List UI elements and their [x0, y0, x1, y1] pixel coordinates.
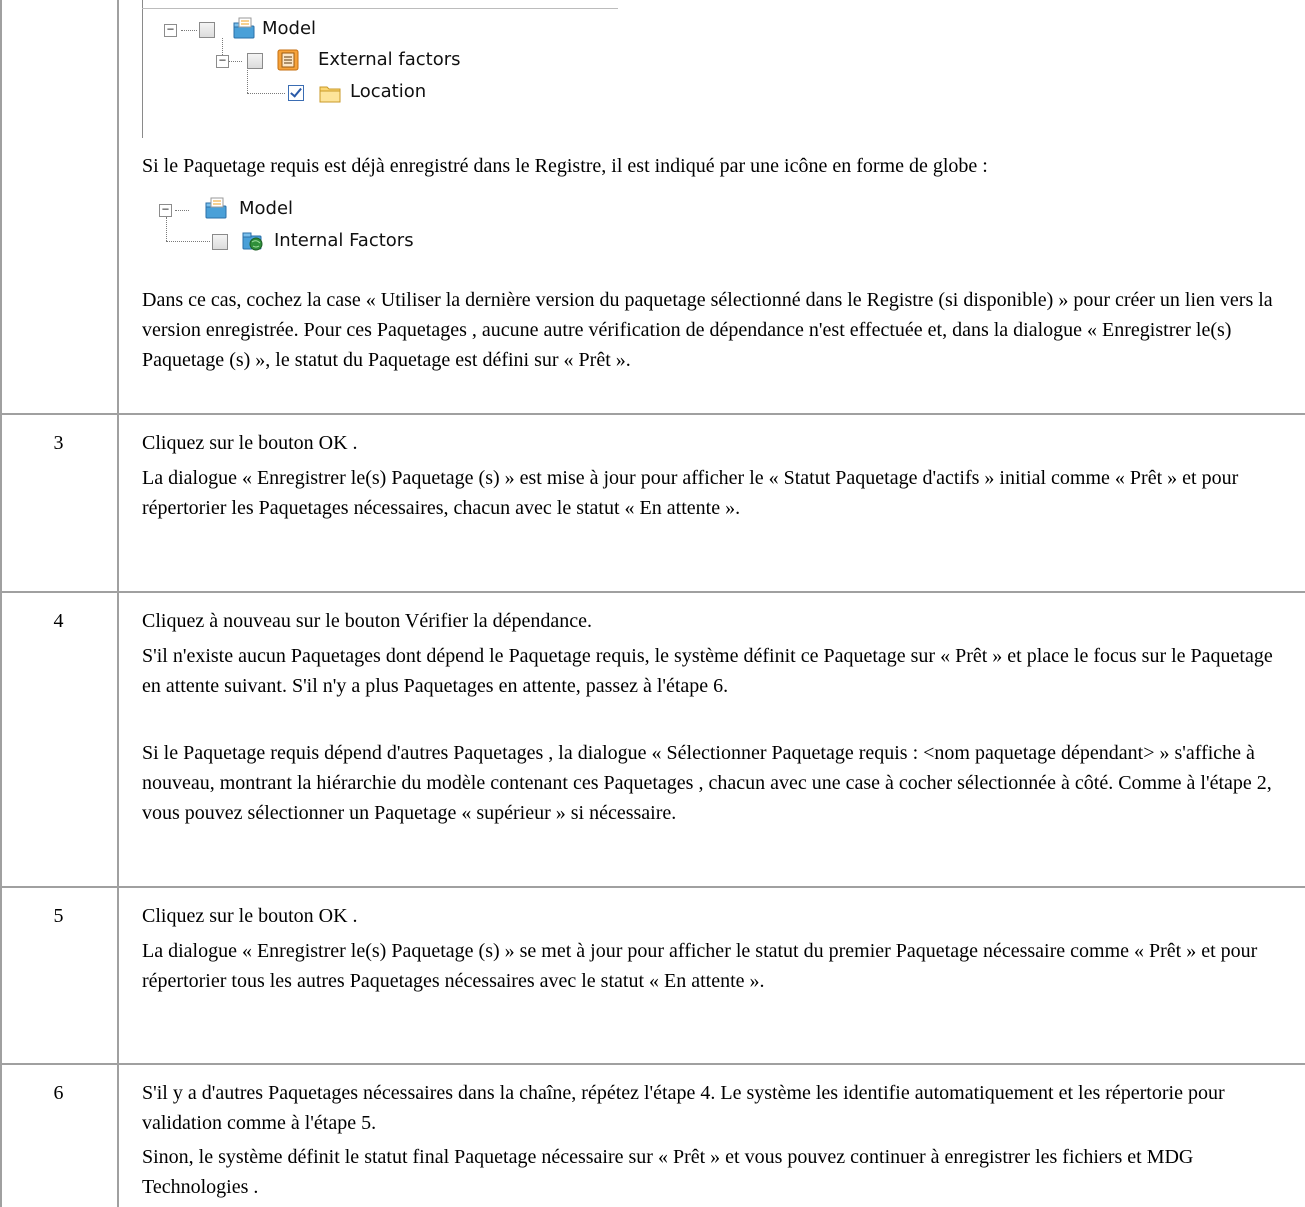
step-number: 3 — [53, 432, 64, 454]
paragraph-globe-intro: Si le Paquetage requis est déjà enregist… — [142, 155, 988, 177]
step-number: 6 — [53, 1082, 64, 1104]
row-divider — [0, 591, 1305, 593]
row-divider — [0, 413, 1305, 415]
tree-checkbox[interactable] — [247, 53, 263, 69]
document-page: − Model − External factors Location Si l… — [0, 0, 1305, 1207]
tree-connector — [166, 241, 210, 242]
tree-label: External factors — [318, 49, 461, 70]
row-divider — [0, 1063, 1305, 1065]
step-number: 5 — [53, 905, 64, 927]
step-description: S'il n'existe aucun Paquetages dont dépe… — [142, 645, 1273, 697]
tree-label: Model — [239, 198, 294, 219]
collapse-toggle-icon[interactable]: − — [159, 203, 172, 217]
table-left-border — [0, 0, 2, 1207]
step-instruction: Cliquez à nouveau sur le bouton Vérifier… — [142, 610, 593, 632]
step-instruction: Cliquez sur le bouton OK . — [142, 432, 358, 454]
step-description: Si le Paquetage requis dépend d'autres P… — [142, 742, 1272, 824]
tree-item-external-factors[interactable]: − External factors — [210, 48, 510, 74]
tree-item-model[interactable]: − Model — [159, 197, 359, 223]
tree-checkbox-checked[interactable] — [288, 85, 304, 101]
tree-item-model[interactable]: − Model — [164, 17, 364, 43]
step-instruction: Cliquez sur le bouton OK . — [142, 905, 358, 927]
tree-label: Location — [350, 81, 427, 102]
tree-item-internal-factors[interactable]: Internal Factors — [206, 229, 506, 255]
paragraph-registry-option: Dans ce cas, cochez la case « Utiliser l… — [142, 289, 1273, 371]
registry-package-tree: − Model Internal Factors — [0, 190, 640, 270]
tree-checkbox[interactable] — [199, 22, 215, 38]
step-number: 4 — [53, 610, 64, 632]
tree-label: Internal Factors — [274, 230, 414, 251]
element-list-icon — [277, 49, 299, 71]
globe-package-icon — [242, 232, 263, 251]
step-description: La dialogue « Enregistrer le(s) Paquetag… — [142, 940, 1258, 992]
model-package-icon — [205, 197, 227, 219]
collapse-toggle-icon[interactable]: − — [216, 54, 229, 68]
collapse-toggle-icon[interactable]: − — [164, 23, 177, 37]
row-divider — [0, 886, 1305, 888]
step-description: Sinon, le système définit le statut fina… — [142, 1146, 1194, 1198]
model-package-icon — [233, 17, 255, 39]
tree-item-location[interactable]: Location — [280, 80, 480, 106]
package-tree: − Model − External factors Location — [0, 0, 640, 140]
tree-checkbox[interactable] — [212, 234, 228, 250]
tree-label: Model — [262, 18, 317, 39]
step-instruction: S'il y a d'autres Paquetages nécessaires… — [142, 1082, 1225, 1134]
step-description: La dialogue « Enregistrer le(s) Paquetag… — [142, 467, 1239, 519]
folder-icon — [319, 86, 341, 103]
table-column-divider — [117, 0, 119, 1207]
